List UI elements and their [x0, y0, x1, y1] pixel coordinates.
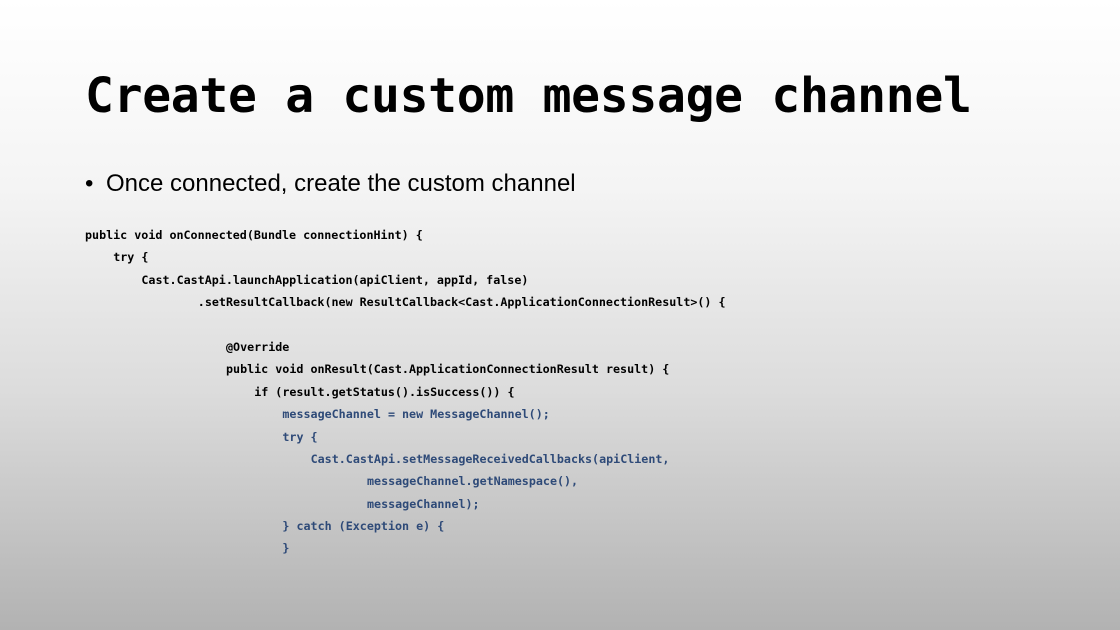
code-line: @Override: [226, 339, 290, 354]
code-line: if (result.getStatus().isSuccess()) {: [254, 384, 515, 399]
code-block: public void onConnected(Bundle connectio…: [85, 224, 726, 560]
code-line: public void onResult(Cast.ApplicationCon…: [226, 362, 670, 377]
code-line: }: [282, 541, 290, 556]
code-line: Cast.CastApi.setMessageReceivedCallbacks…: [310, 451, 670, 466]
code-line: } catch (Exception e) {: [282, 519, 445, 534]
code-line: messageChannel.getNamespace(),: [367, 474, 579, 489]
code-line: try {: [282, 429, 318, 444]
code-line: messageChannel = new MessageChannel();: [282, 407, 550, 422]
code-line: messageChannel);: [367, 496, 480, 511]
bullet-item: • Once connected, create the custom chan…: [85, 169, 576, 199]
code-line: .setResultCallback(new ResultCallback<Ca…: [197, 295, 726, 310]
slide-title: Create a custom message channel: [85, 68, 972, 124]
bullet-text: Once connected, create the custom channe…: [106, 170, 576, 197]
code-line: Cast.CastApi.launchApplication(apiClient…: [141, 272, 529, 287]
code-line: try {: [113, 250, 149, 265]
bullet-dot: •: [85, 170, 94, 197]
code-line: public void onConnected(Bundle connectio…: [85, 228, 423, 242]
